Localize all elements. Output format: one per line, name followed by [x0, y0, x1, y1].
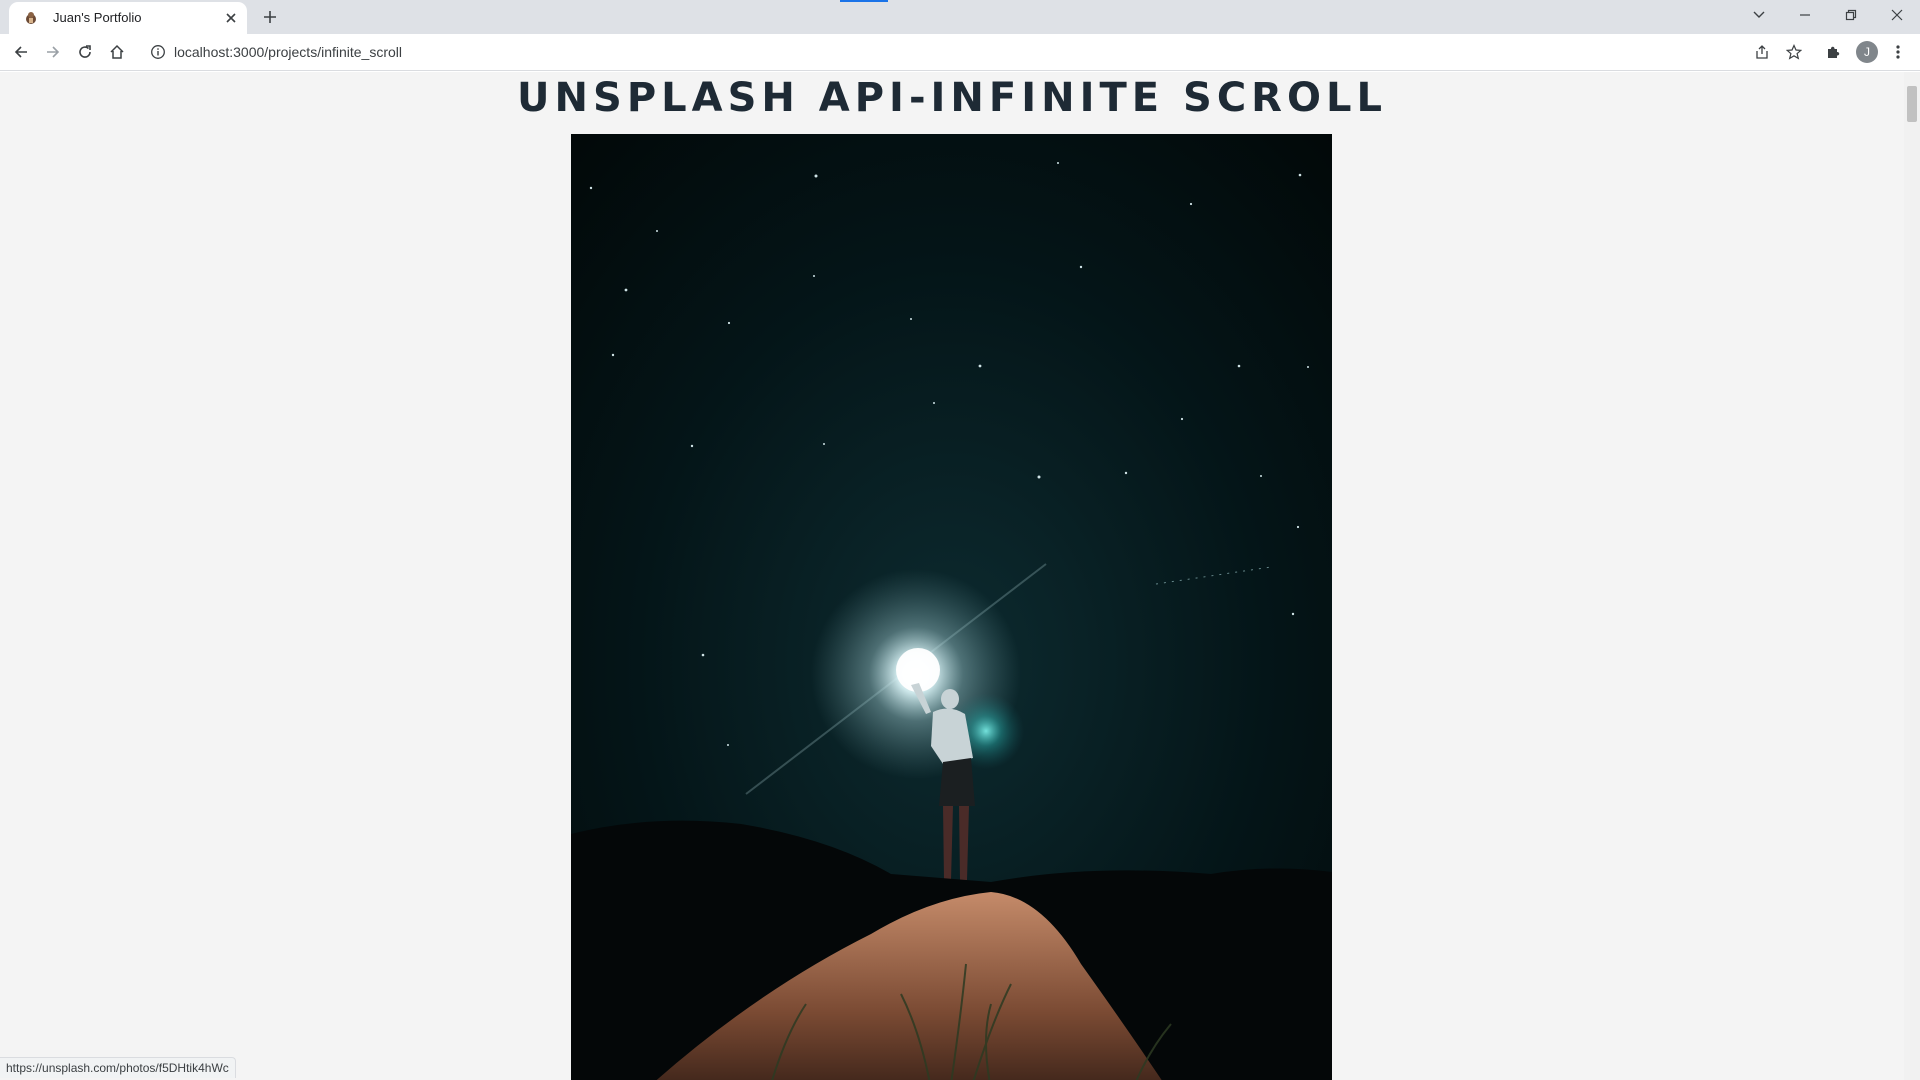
share-icon[interactable] [1748, 38, 1776, 66]
photo-card[interactable] [571, 134, 1332, 1080]
tab-favicon-icon [26, 12, 36, 24]
puzzle-icon[interactable] [1819, 38, 1847, 66]
tab-active[interactable]: Juan's Portfolio [9, 2, 247, 34]
tab-title: Juan's Portfolio [53, 10, 142, 25]
tab-loading-indicator [840, 0, 888, 2]
avatar[interactable]: J [1856, 41, 1878, 63]
back-icon[interactable] [7, 38, 35, 66]
home-icon[interactable] [103, 38, 131, 66]
night-sky-photo [571, 134, 1332, 1080]
kebab-menu-icon[interactable] [1884, 38, 1912, 66]
scrollbar[interactable] [1904, 72, 1920, 1080]
scrollbar-thumb[interactable] [1907, 86, 1917, 122]
browser-toolbar: localhost:3000/projects/infinite_scroll … [0, 34, 1920, 71]
url-text[interactable]: localhost:3000/projects/infinite_scroll [174, 44, 402, 60]
forward-icon[interactable] [39, 38, 67, 66]
plus-icon[interactable] [258, 5, 282, 29]
tab-strip: Juan's Portfolio [0, 0, 1920, 34]
page-title: Unsplash API-Infinite Scroll [517, 75, 1387, 121]
close-window-icon[interactable] [1874, 0, 1920, 30]
page-viewport: Unsplash API-Infinite Scroll [0, 72, 1904, 1080]
restore-icon[interactable] [1828, 0, 1874, 30]
status-url-bubble: https://unsplash.com/photos/f5DHtik4hWc [0, 1057, 236, 1078]
reload-icon[interactable] [71, 38, 99, 66]
star-icon[interactable] [1780, 38, 1808, 66]
close-icon[interactable] [221, 8, 241, 28]
address-bar[interactable]: localhost:3000/projects/infinite_scroll [140, 37, 1780, 67]
info-icon[interactable] [150, 44, 166, 60]
minimize-icon[interactable] [1782, 0, 1828, 30]
chevron-down-icon[interactable] [1736, 0, 1782, 30]
